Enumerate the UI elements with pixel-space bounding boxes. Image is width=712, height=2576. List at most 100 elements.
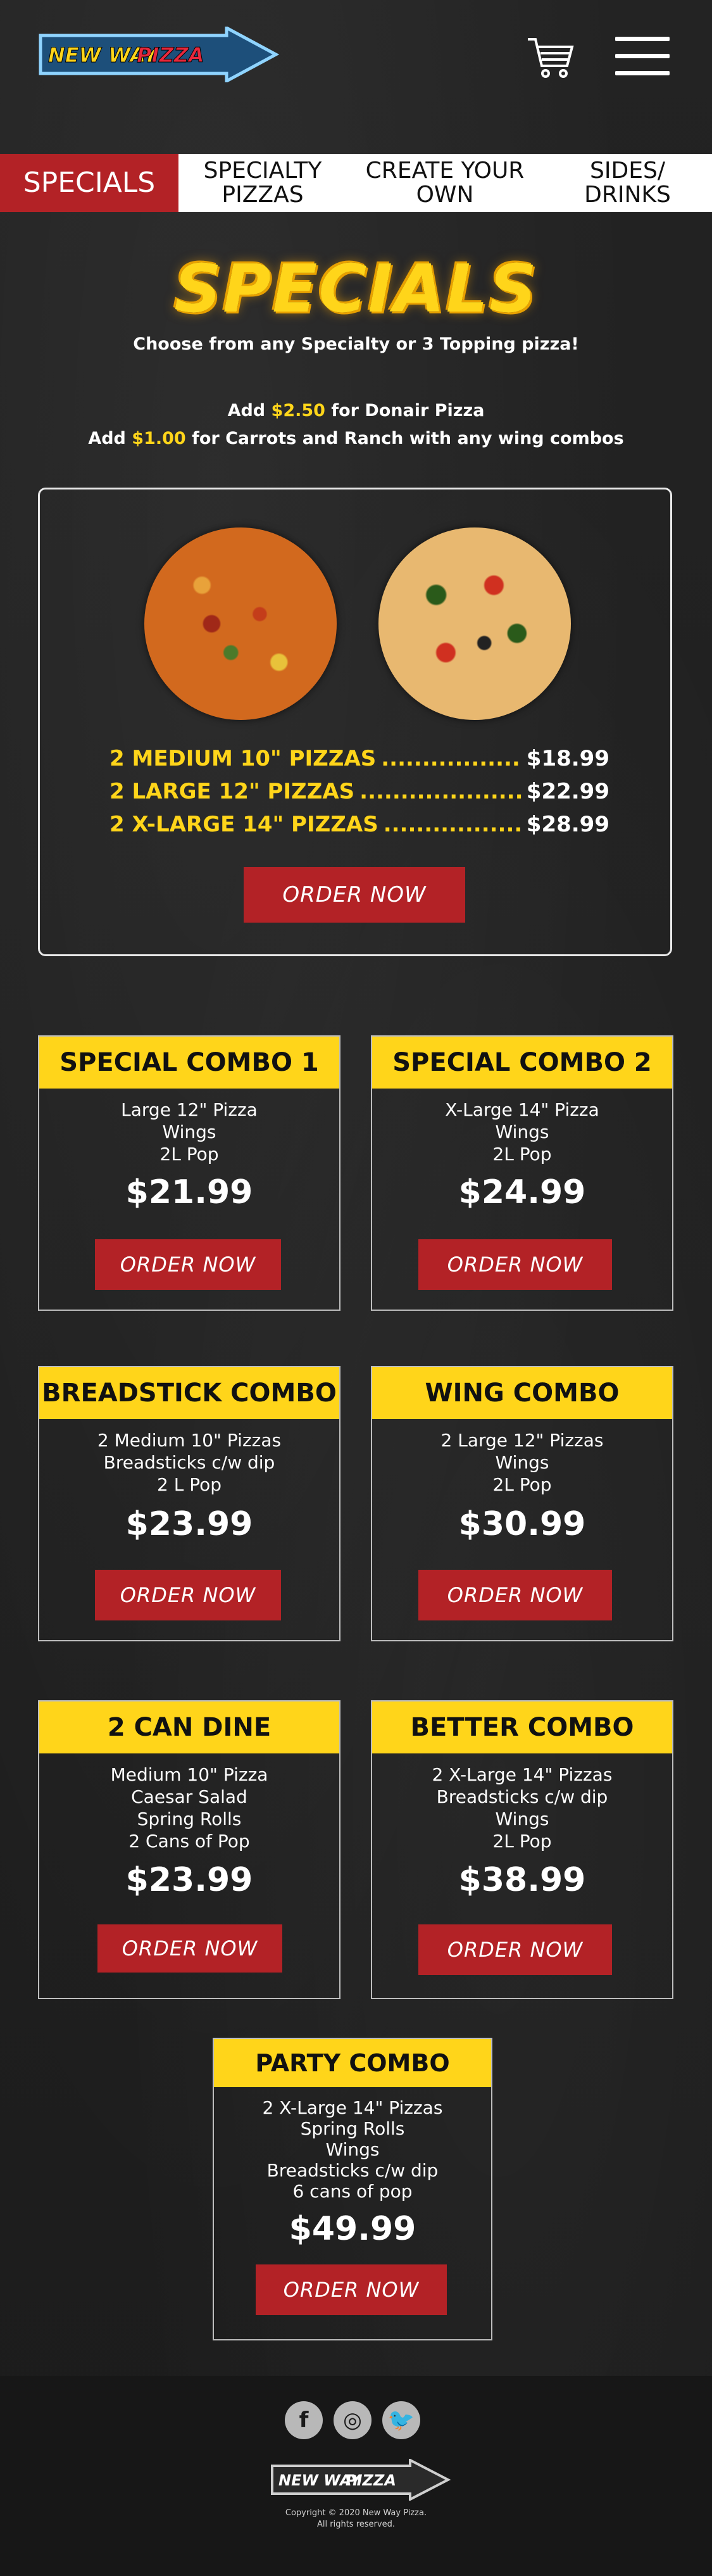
hamburger-menu-icon[interactable] (615, 37, 670, 79)
combo-item: Wings (495, 1452, 549, 1473)
pizza-image (378, 527, 571, 720)
order-now-button[interactable]: ORDER NOW (97, 1924, 282, 1973)
combo-items: 2 Medium 10" Pizzas Breadsticks c/w dip … (39, 1429, 339, 1496)
copyright-line: Copyright © 2020 New Way Pizza. (285, 2508, 427, 2518)
combo-card: SPECIAL COMBO 2 X-Large 14" Pizza Wings … (371, 1035, 673, 1311)
combo-card: WING COMBO 2 Large 12" Pizzas Wings 2L P… (371, 1366, 673, 1641)
tab-specials[interactable]: SPECIALS (0, 154, 178, 212)
category-nav: SPECIALS SPECIALTY PIZZAS CREATE YOUR OW… (0, 154, 712, 212)
combo-items: Large 12" Pizza Wings 2L Pop (39, 1099, 339, 1165)
donair-addon-note: Add $2.50 for Donair Pizza (0, 401, 712, 420)
offer-row: 2 X-LARGE 14" PIZZAS ...................… (109, 812, 609, 837)
new-way-pizza-logo[interactable]: NEW WAY PIZZA (37, 27, 281, 82)
offer-label: 2 MEDIUM 10" PIZZAS (109, 746, 377, 771)
combo-price: $24.99 (458, 1173, 586, 1211)
combo-item: Wings (495, 1809, 549, 1829)
combo-price: $30.99 (458, 1505, 586, 1543)
combo-item: Large 12" Pizza (121, 1099, 258, 1120)
combo-price: $23.99 (125, 1505, 253, 1543)
combo-items: 2 Large 12" Pizzas Wings 2L Pop (372, 1429, 672, 1496)
menu-bar (615, 37, 670, 41)
combo-title: BETTER COMBO (372, 1702, 672, 1753)
combo-item: 2 Large 12" Pizzas (440, 1430, 604, 1451)
site-header: NEW WAY PIZZA (0, 0, 712, 152)
specials-subtitle: Choose from any Specialty or 3 Topping p… (133, 334, 579, 354)
combo-title: BREADSTICK COMBO (39, 1367, 339, 1419)
addon-text: for Carrots and Ranch with any wing comb… (185, 429, 624, 448)
combo-price: $49.99 (289, 2210, 416, 2248)
cart-icon[interactable] (525, 33, 576, 84)
combo-item: Spring Rolls (300, 2118, 405, 2139)
two-pizza-offer-box: 2 MEDIUM 10" PIZZAS ....................… (38, 488, 672, 956)
offer-row: 2 MEDIUM 10" PIZZAS ....................… (109, 746, 609, 771)
combo-card: BREADSTICK COMBO 2 Medium 10" Pizzas Bre… (38, 1366, 340, 1641)
offer-price: $22.99 (526, 779, 609, 804)
offer-label: 2 X-LARGE 14" PIZZAS (109, 812, 378, 837)
combo-item: 2 L Pop (156, 1474, 222, 1495)
combo-item: Wings (325, 2139, 380, 2160)
combo-item: Wings (162, 1121, 216, 1142)
menu-bar (615, 71, 670, 75)
order-now-button[interactable]: ORDER NOW (418, 1239, 612, 1290)
dot-leader: ........................................… (381, 746, 522, 771)
combo-item: Breadsticks c/w dip (266, 2160, 439, 2181)
offer-label: 2 LARGE 12" PIZZAS (109, 779, 355, 804)
order-now-button[interactable]: ORDER NOW (418, 1924, 612, 1975)
offer-price: $18.99 (526, 746, 609, 771)
addon-text: Add (88, 429, 132, 448)
footer-logo[interactable]: NEW WAY PIZZA (270, 2459, 451, 2501)
combo-card: 2 CAN DINE Medium 10" Pizza Caesar Salad… (38, 1700, 340, 1999)
combo-item: 2 Medium 10" Pizzas (97, 1430, 282, 1451)
combo-title: WING COMBO (372, 1367, 672, 1419)
tab-create-your-own[interactable]: CREATE YOUR OWN (347, 154, 543, 212)
combo-title: 2 CAN DINE (39, 1702, 339, 1753)
combo-items: Medium 10" Pizza Caesar Salad Spring Rol… (39, 1764, 339, 1852)
combo-item: 6 cans of pop (292, 2181, 413, 2202)
combo-card: SPECIAL COMBO 1 Large 12" Pizza Wings 2L… (38, 1035, 340, 1311)
combo-title: SPECIAL COMBO 1 (39, 1037, 339, 1089)
order-now-button[interactable]: ORDER NOW (256, 2264, 447, 2315)
facebook-icon[interactable]: f (285, 2401, 323, 2439)
combo-item: Spring Rolls (137, 1809, 242, 1829)
combo-title: PARTY COMBO (214, 2039, 491, 2087)
combo-price: $21.99 (125, 1173, 253, 1211)
tab-specialty-pizzas[interactable]: SPECIALTY PIZZAS (178, 154, 347, 212)
combo-item: 2L Pop (492, 1474, 552, 1495)
combo-item: Wings (495, 1121, 549, 1142)
order-now-button[interactable]: ORDER NOW (95, 1570, 281, 1620)
order-now-button[interactable]: ORDER NOW (244, 867, 465, 923)
combo-card: BETTER COMBO 2 X-Large 14" Pizzas Breads… (371, 1700, 673, 1999)
combo-title: SPECIAL COMBO 2 (372, 1037, 672, 1089)
combo-item: 2 X-Large 14" Pizzas (262, 2097, 443, 2118)
carrots-addon-note: Add $1.00 for Carrots and Ranch with any… (0, 429, 712, 448)
svg-text:PIZZA: PIZZA (346, 2472, 396, 2489)
combo-items: 2 X-Large 14" Pizzas Spring Rolls Wings … (214, 2097, 491, 2202)
combo-item: 2 Cans of Pop (128, 1831, 250, 1852)
order-now-button[interactable]: ORDER NOW (95, 1239, 281, 1290)
combo-item: 2 X-Large 14" Pizzas (432, 1764, 613, 1785)
combo-price: $38.99 (458, 1861, 586, 1899)
svg-text:PIZZA: PIZZA (137, 43, 204, 67)
offer-row: 2 LARGE 12" PIZZAS .....................… (109, 779, 609, 804)
combo-card: PARTY COMBO 2 X-Large 14" Pizzas Spring … (213, 2038, 492, 2340)
addon-price: $1.00 (132, 429, 186, 448)
combo-items: 2 X-Large 14" Pizzas Breadsticks c/w dip… (372, 1764, 672, 1852)
combo-items: X-Large 14" Pizza Wings 2L Pop (372, 1099, 672, 1165)
combo-item: 2L Pop (492, 1831, 552, 1852)
copyright-line: All rights reserved. (317, 2520, 395, 2529)
combo-item: Breadsticks c/w dip (103, 1452, 275, 1473)
order-now-button[interactable]: ORDER NOW (418, 1570, 612, 1620)
combo-item: 2L Pop (159, 1144, 219, 1165)
twitter-icon[interactable]: 🐦 (382, 2401, 420, 2439)
copyright-text: Copyright © 2020 New Way Pizza. All righ… (0, 2508, 712, 2530)
combo-item: Medium 10" Pizza (110, 1764, 268, 1785)
tab-sides-drinks[interactable]: SIDES/ DRINKS (543, 154, 712, 212)
offer-price: $28.99 (526, 812, 609, 837)
menu-bar (615, 54, 670, 58)
pizza-image (144, 527, 337, 720)
combo-item: Caesar Salad (131, 1786, 247, 1807)
instagram-icon[interactable]: ◎ (334, 2401, 372, 2439)
addon-text: Add (227, 401, 272, 420)
addon-text: for Donair Pizza (325, 401, 485, 420)
dot-leader: ........................................… (383, 812, 522, 837)
